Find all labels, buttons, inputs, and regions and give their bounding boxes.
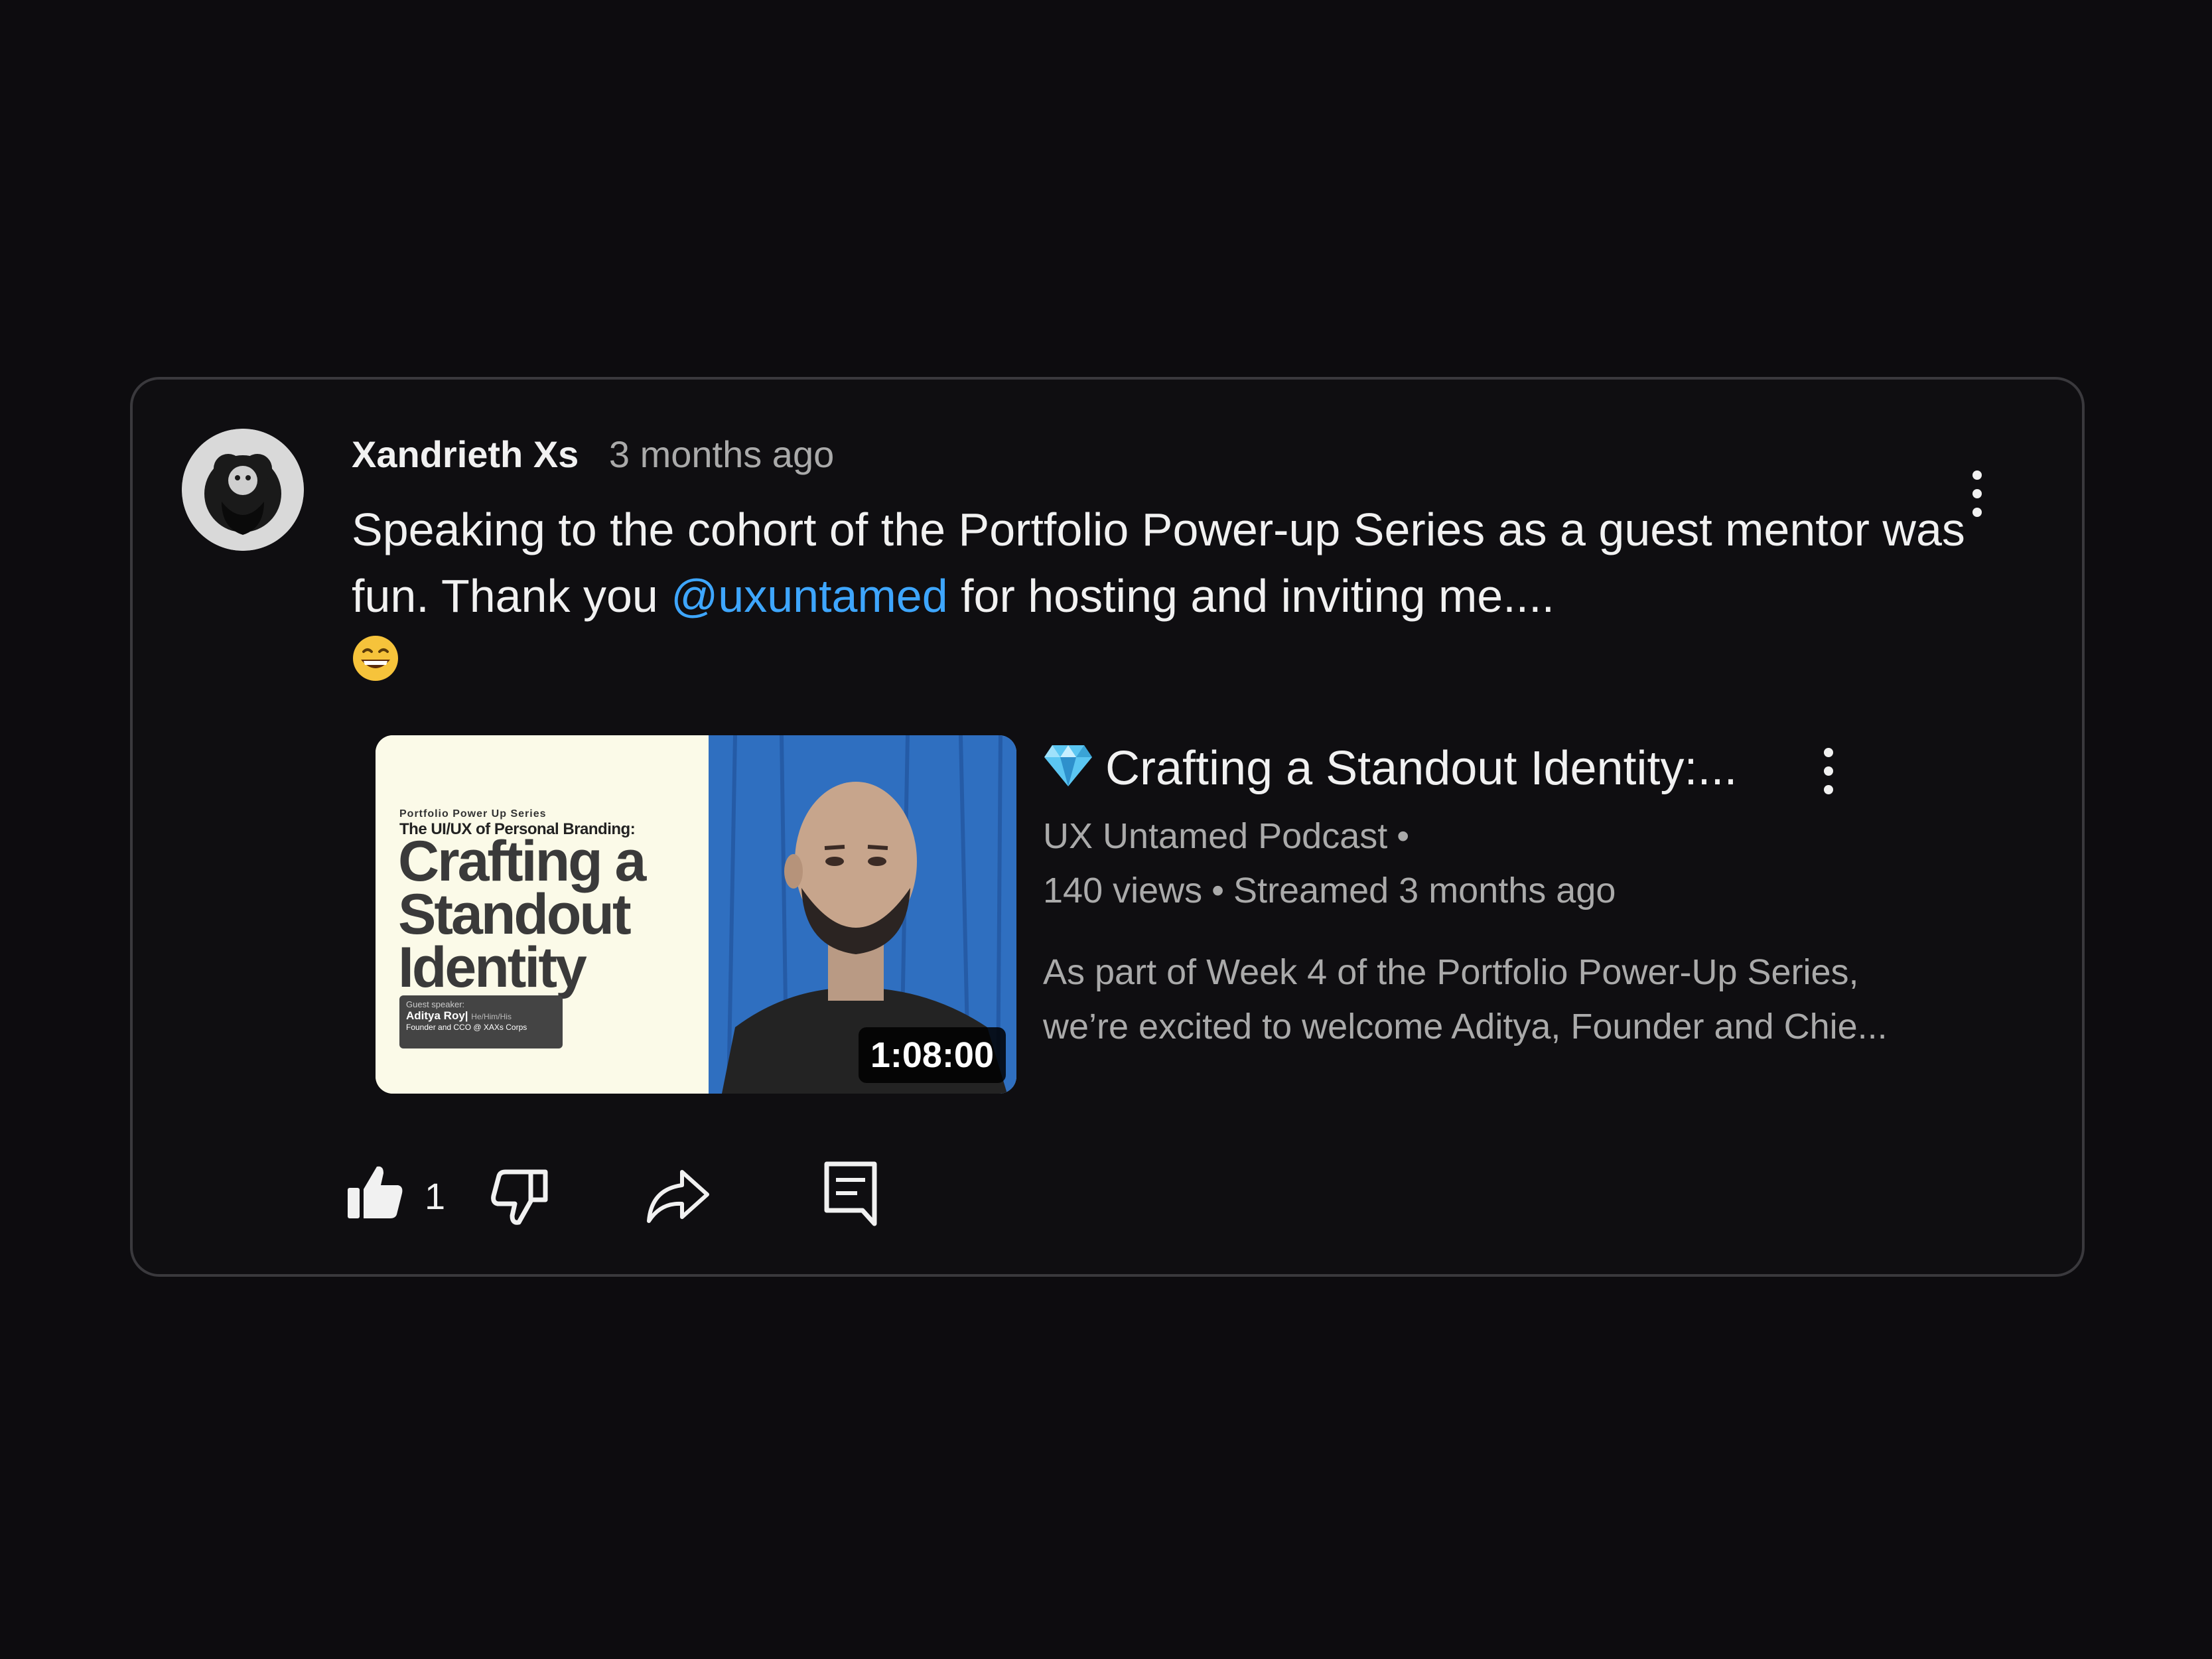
thumbnail-series-text: Portfolio Power Up Series xyxy=(399,808,547,820)
thumbnail-headline: Crafting a Standout Identity xyxy=(398,830,646,999)
thumbnail-headline-line: Identity xyxy=(398,936,587,999)
comment-text: Speaking to the cohort of the Portfolio … xyxy=(352,496,2050,699)
description-line: we’re excited to welcome Aditya, Founder… xyxy=(1043,1007,1888,1046)
speaker-pronouns: He/Him/His xyxy=(471,1012,512,1021)
stream-time: Streamed 3 months ago xyxy=(1233,871,1616,910)
thumbs-down-icon xyxy=(490,1169,549,1229)
reply-button[interactable] xyxy=(823,1160,878,1230)
comment-more-options-icon[interactable] xyxy=(1957,461,1997,527)
video-title[interactable]: Crafting a Standout Identity:... xyxy=(1043,735,1738,805)
video-description: As part of Week 4 of the Portfolio Power… xyxy=(1043,945,1905,1054)
author-name[interactable]: Xandrieth Xs xyxy=(352,433,579,475)
mention-link[interactable]: @uxuntamed xyxy=(671,570,947,622)
thumbnail-headline-line: Crafting a xyxy=(398,830,646,893)
grinning-face-icon xyxy=(352,633,399,699)
like-button[interactable] xyxy=(345,1163,405,1226)
reply-comment-icon xyxy=(823,1161,878,1229)
channel-row: UX Untamed Podcast • xyxy=(1043,811,1418,861)
view-count: 140 views xyxy=(1043,871,1203,910)
dislike-button[interactable] xyxy=(490,1167,549,1230)
video-stats: 140 views • Streamed 3 months ago xyxy=(1043,865,1616,916)
speaker-name: Aditya Roy| xyxy=(406,1009,468,1022)
share-button[interactable] xyxy=(645,1168,711,1228)
thumbs-up-icon xyxy=(345,1166,405,1225)
channel-name[interactable]: UX Untamed Podcast xyxy=(1043,816,1387,856)
thumbnail-poster: Portfolio Power Up Series The UI/UX of P… xyxy=(376,735,709,1094)
avatar[interactable] xyxy=(182,429,304,551)
comment-card: Xandrieth Xs 3 months ago Speaking to th… xyxy=(130,377,2085,1277)
share-arrow-icon xyxy=(645,1170,711,1228)
stats-separator: • xyxy=(1211,871,1225,910)
speaker-role: Founder and CCO @ XAXs Corps xyxy=(406,1023,527,1032)
like-count: 1 xyxy=(425,1175,446,1217)
video-more-options-icon[interactable] xyxy=(1809,738,1848,804)
video-duration: 1:08:00 xyxy=(858,1027,1006,1083)
comment-header: Xandrieth Xs 3 months ago xyxy=(352,431,834,478)
comment-time[interactable]: 3 months ago xyxy=(609,433,834,475)
video-title-text: Crafting a Standout Identity:... xyxy=(1105,742,1738,795)
comment-text-end: for hosting and inviting me.... xyxy=(947,570,1555,622)
channel-separator: • xyxy=(1397,816,1410,856)
gem-icon xyxy=(1043,739,1093,805)
video-thumbnail[interactable]: Portfolio Power Up Series The UI/UX of P… xyxy=(376,735,1016,1094)
speaker-label: Guest speaker: xyxy=(406,999,465,1009)
thumbnail-headline-line: Standout xyxy=(398,883,632,946)
thumbnail-speaker-box: Guest speaker: Aditya Roy| He/Him/His Fo… xyxy=(399,995,563,1048)
description-line: As part of Week 4 of the Portfolio Power… xyxy=(1043,952,1859,992)
